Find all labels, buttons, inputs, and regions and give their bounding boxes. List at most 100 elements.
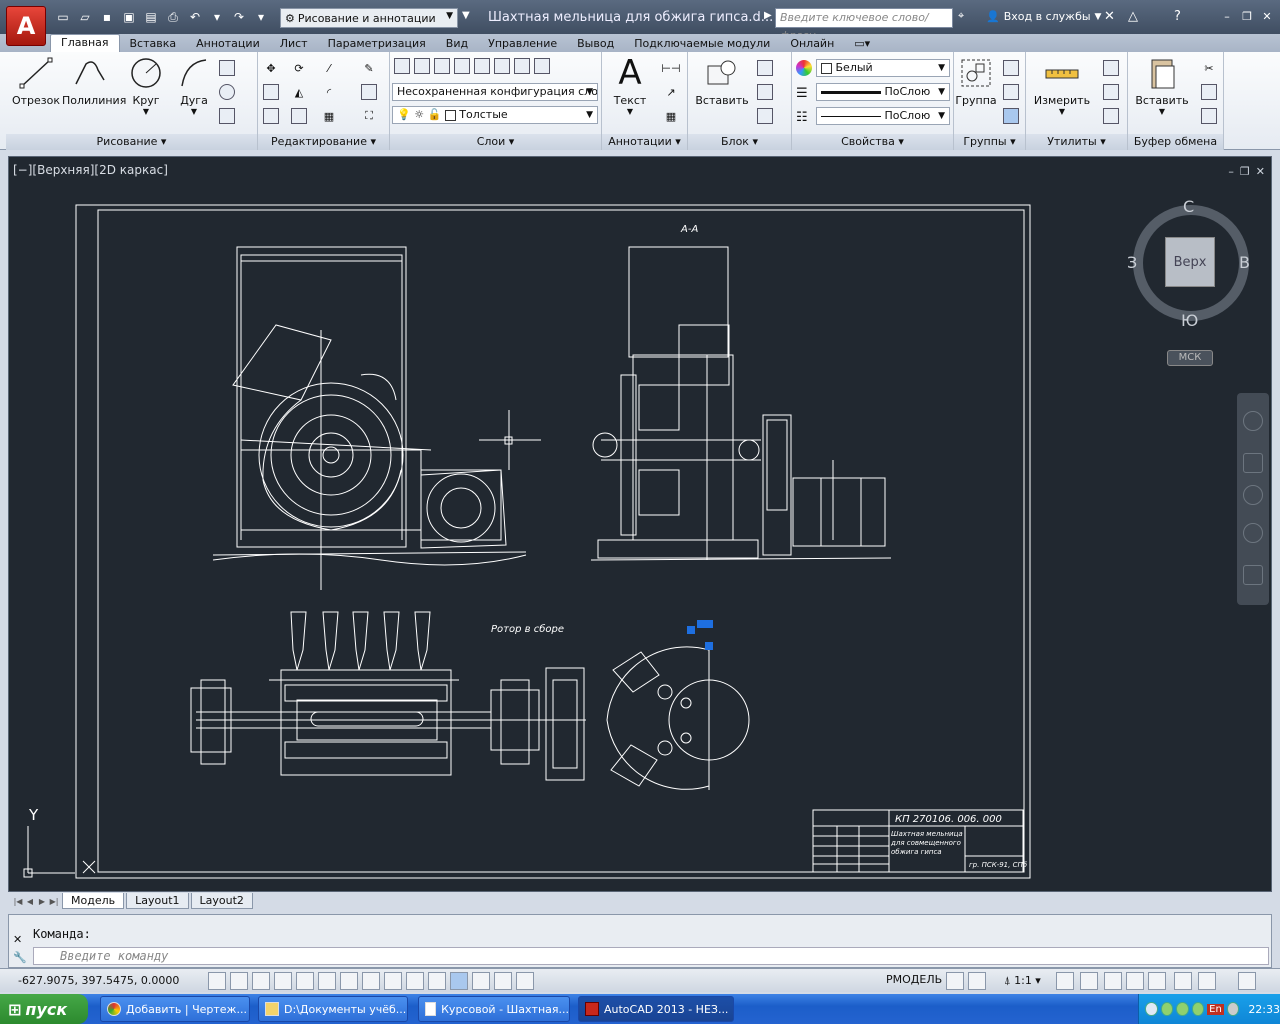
search-input[interactable]: Введите ключевое слово/фразу <box>775 8 953 42</box>
mirror-button[interactable]: ◭ <box>288 82 310 102</box>
tray-app-icon[interactable] <box>1160 1002 1174 1016</box>
minimize-icon[interactable]: – <box>1228 165 1234 178</box>
panel-title-block[interactable]: Блок ▾ <box>688 134 791 150</box>
group-edit-button[interactable] <box>1000 82 1022 102</box>
clean-screen-icon[interactable] <box>1238 972 1256 990</box>
osnap-toggle[interactable] <box>318 972 336 990</box>
measure-button[interactable]: Измерить ▼ <box>1030 56 1094 116</box>
panel-title-annotation[interactable]: Аннотации ▾ <box>602 134 687 150</box>
application-menu-button[interactable]: A <box>6 6 46 46</box>
isolate-objects-icon[interactable] <box>1174 972 1192 990</box>
ribbon-minimize-icon[interactable]: ▭▾ <box>844 36 880 52</box>
tab-insert[interactable]: Вставка <box>120 36 187 52</box>
quick-view-layouts-icon[interactable] <box>946 972 964 990</box>
edit-block-button[interactable] <box>754 82 776 102</box>
quick-view-drawings-icon[interactable] <box>968 972 986 990</box>
dyn-toggle[interactable] <box>406 972 424 990</box>
tab-annotate[interactable]: Аннотации <box>186 36 270 52</box>
scale-button[interactable] <box>288 106 310 126</box>
compass-south[interactable]: Ю <box>1181 311 1198 330</box>
compass-west[interactable]: З <box>1127 253 1137 272</box>
ungroup-button[interactable] <box>1000 58 1022 78</box>
move-button[interactable]: ✥ <box>260 58 282 78</box>
leader-button[interactable]: ↗ <box>660 82 682 102</box>
lineweight-select[interactable]: ПоСлою ▼ <box>816 83 950 101</box>
layer-select[interactable]: 💡 ☼ 🔓 Толстые ▼ <box>392 106 598 124</box>
lightbulb-icon[interactable] <box>1198 972 1216 990</box>
autodesk-icon[interactable]: △ <box>1128 9 1138 24</box>
open-file-icon[interactable]: ▱ <box>76 8 94 26</box>
save-icon[interactable]: ▪ <box>98 8 116 26</box>
undo-icon[interactable]: ↶ <box>186 8 204 26</box>
prev-layout-icon[interactable]: ◀ <box>24 894 36 908</box>
tab-layout[interactable]: Лист <box>270 36 318 52</box>
restore-icon[interactable]: ❐ <box>1240 165 1250 178</box>
annotation-monitor-toggle[interactable] <box>516 972 534 990</box>
explode-button[interactable] <box>358 82 380 102</box>
first-layout-icon[interactable]: |◀ <box>12 894 24 908</box>
restore-icon[interactable]: ❐ <box>1238 8 1256 24</box>
tray-app-icon[interactable] <box>1191 1002 1205 1016</box>
paste-button[interactable]: Вставить ▼ <box>1132 56 1192 116</box>
3d-osnap-toggle[interactable] <box>340 972 358 990</box>
taskbar-item-word[interactable]: Курсовой - Шахтная... <box>418 996 570 1022</box>
grid-toggle[interactable] <box>252 972 270 990</box>
panel-title-properties[interactable]: Свойства ▾ <box>792 134 953 150</box>
group-button[interactable]: Группа <box>954 56 998 116</box>
layer-off-icon[interactable] <box>434 58 450 74</box>
language-indicator[interactable]: En <box>1207 1003 1224 1015</box>
drawing-viewport[interactable]: А-А Ротор в сборе КП 270106. 006. 000 Ша… <box>8 156 1272 892</box>
snap-toggle[interactable] <box>230 972 248 990</box>
binoculars-icon[interactable]: ⌖ <box>958 9 964 23</box>
text-button[interactable]: A Текст ▼ <box>602 56 658 116</box>
tab-view[interactable]: Вид <box>436 36 478 52</box>
pan-icon[interactable] <box>1243 453 1263 473</box>
wrench-icon[interactable]: 🔧 <box>13 951 27 964</box>
close-icon[interactable]: ✕ <box>1256 165 1265 178</box>
hatch-button[interactable] <box>216 82 238 102</box>
layer-isolate-icon[interactable] <box>454 58 470 74</box>
close-icon[interactable]: ✕ <box>13 933 22 946</box>
layer-properties-icon[interactable] <box>394 58 410 74</box>
rotate-button[interactable]: ⟳ <box>288 58 310 78</box>
line-button[interactable]: Отрезок <box>8 56 64 116</box>
workspace-switch-icon[interactable] <box>1104 972 1122 990</box>
selection-grips[interactable] <box>687 620 713 650</box>
match-prop-button[interactable] <box>1198 106 1220 126</box>
compass-north[interactable]: С <box>1183 197 1194 216</box>
command-input[interactable]: Введите команду <box>33 947 1269 965</box>
panel-title-groups[interactable]: Группы ▾ <box>954 134 1025 150</box>
qat-dropdown-icon[interactable]: ▼ <box>462 10 470 21</box>
table-button[interactable]: ▦ <box>660 106 682 126</box>
viewport-controls-label[interactable]: [−][Верхняя][2D каркас] <box>13 163 168 177</box>
offset-button[interactable]: ⛶ <box>358 106 380 126</box>
plot-icon[interactable]: ⎙ <box>164 8 182 26</box>
ducs-toggle[interactable] <box>384 972 402 990</box>
block-attributes-button[interactable] <box>754 106 776 126</box>
hardware-accel-icon[interactable] <box>1148 972 1166 990</box>
panel-title-draw[interactable]: Рисование ▾ <box>6 134 257 150</box>
zoom-icon[interactable] <box>1243 485 1263 505</box>
drawing-canvas[interactable]: А-А Ротор в сборе КП 270106. 006. 000 Ша… <box>9 157 1271 891</box>
system-clock[interactable]: 22:33 <box>1248 1003 1280 1016</box>
quick-select-button[interactable] <box>1100 58 1122 78</box>
viewcube[interactable]: Верх С Ю З В <box>1127 197 1253 330</box>
array-button[interactable]: ▦ <box>318 106 340 126</box>
lineweight-toggle[interactable] <box>428 972 446 990</box>
copy-button[interactable] <box>260 82 282 102</box>
create-block-button[interactable] <box>754 58 776 78</box>
panel-title-layers[interactable]: Слои ▾ <box>390 134 601 150</box>
infer-constraints-toggle[interactable] <box>208 972 226 990</box>
layer-match-icon[interactable] <box>514 58 530 74</box>
select-similar-button[interactable] <box>1100 82 1122 102</box>
help-icon[interactable]: ? <box>1174 9 1181 24</box>
panel-title-clipboard[interactable]: Буфер обмена <box>1128 134 1223 150</box>
auto-scale-icon[interactable] <box>1080 972 1098 990</box>
layer-walk-icon[interactable] <box>534 58 550 74</box>
tray-app-icon[interactable] <box>1176 1002 1189 1016</box>
new-file-icon[interactable]: ▭ <box>54 8 72 26</box>
layer-freeze-icon[interactable] <box>474 58 490 74</box>
workspace-select[interactable]: ⚙ Рисование и аннотации ▼ <box>280 8 458 28</box>
taskbar-item-chrome[interactable]: Добавить | Чертеж... <box>100 996 250 1022</box>
sign-in-button[interactable]: 👤 Вход в службы ▼ <box>986 10 1101 23</box>
